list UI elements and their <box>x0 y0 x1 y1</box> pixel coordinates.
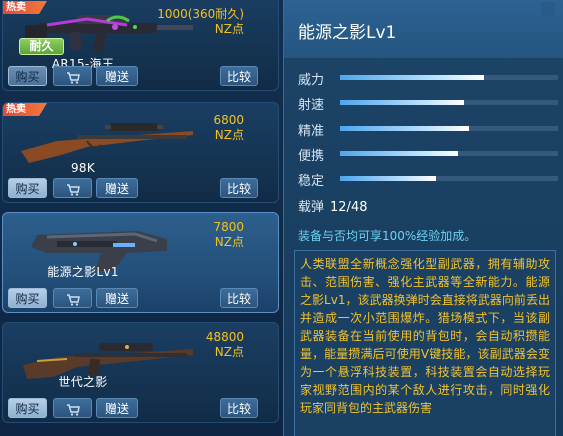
compare-button[interactable]: 比较 <box>220 288 258 308</box>
cart-icon <box>66 293 80 306</box>
compare-button[interactable]: 比较 <box>220 398 258 418</box>
add-to-cart-button[interactable] <box>53 66 92 86</box>
card-actions: 购买 赠送 比较 <box>3 288 278 308</box>
card-actions: 购买 赠送 比较 <box>3 178 278 198</box>
cart-icon <box>66 71 80 84</box>
weapon-card-98k[interactable]: 热卖 98K 6800 NZ点 购买 赠送 比较 <box>2 102 279 203</box>
card-actions: 购买 赠送 比较 <box>3 66 278 86</box>
cart-icon <box>66 183 80 196</box>
compare-button[interactable]: 比较 <box>220 178 258 198</box>
durable-badge: 耐久 <box>19 38 64 55</box>
weapon-name: 98K <box>70 161 96 175</box>
gift-button[interactable]: 赠送 <box>96 66 138 86</box>
weapon-name: 能源之影Lv1 <box>47 265 119 279</box>
gift-button[interactable]: 赠送 <box>96 288 138 308</box>
stat-bar-fill <box>340 151 458 156</box>
stat-bar-track <box>340 151 558 156</box>
stat-label: 威力 <box>298 73 325 88</box>
stat-label: 稳定 <box>298 174 325 189</box>
stat-accuracy: 精准 <box>298 120 558 139</box>
weapon-card-generation-shadow[interactable]: 世代之影 48800 NZ点 购买 赠送 比较 <box>2 322 279 423</box>
stat-portability: 便携 <box>298 145 558 164</box>
stat-bar-fill <box>340 75 484 80</box>
weapon-list: 热卖 耐久 AR15-海王 1000(360耐久) NZ点 购买 赠送 比较 热… <box>0 0 283 436</box>
detail-header: 能源之影Lv1 <box>284 0 563 58</box>
weapon-price: 6800 NZ点 <box>213 113 244 143</box>
exp-bonus-note: 装备与否均可享100%经验加成。 <box>298 229 477 243</box>
weapon-price: 48800 NZ点 <box>206 330 244 360</box>
price-unit: NZ点 <box>214 22 244 36</box>
buy-button[interactable]: 购买 <box>8 398 47 418</box>
stat-label: 便携 <box>298 149 325 164</box>
weapon-name: 世代之影 <box>58 375 108 389</box>
gift-button[interactable]: 赠送 <box>96 178 138 198</box>
stat-label: 射速 <box>298 98 325 113</box>
gift-button[interactable]: 赠送 <box>96 398 138 418</box>
add-to-cart-button[interactable] <box>53 288 92 308</box>
stat-stability: 稳定 <box>298 170 558 189</box>
price-value: 1000(360耐久) <box>157 7 244 21</box>
price-unit: NZ点 <box>214 128 244 142</box>
ammo-label: 载弹 <box>298 200 325 215</box>
stat-power: 威力 <box>298 69 558 88</box>
compare-button[interactable]: 比较 <box>220 66 258 86</box>
price-value: 7800 <box>213 220 244 234</box>
stat-bar-fill <box>340 176 436 181</box>
stat-label: 精准 <box>298 124 325 139</box>
weapon-card-ar15[interactable]: 热卖 耐久 AR15-海王 1000(360耐久) NZ点 购买 赠送 比较 <box>2 0 279 91</box>
buy-button[interactable]: 购买 <box>8 178 47 198</box>
stat-fire-rate: 射速 <box>298 94 558 113</box>
detail-title: 能源之影Lv1 <box>298 23 397 43</box>
cart-icon <box>66 403 80 416</box>
stat-bar-track <box>340 100 558 105</box>
stat-bar-fill <box>340 126 469 131</box>
stat-bar-track <box>340 176 558 181</box>
add-to-cart-button[interactable] <box>53 398 92 418</box>
weapon-detail-panel: 能源之影Lv1 威力 射速 精准 便携 稳定 载弹 12/48 装备与否均可享10… <box>283 0 563 436</box>
ammo-info: 载弹 12/48 <box>298 196 367 215</box>
price-unit: NZ点 <box>214 235 244 249</box>
card-actions: 购买 赠送 比较 <box>3 398 278 418</box>
stat-bar-track <box>340 75 558 80</box>
close-icon[interactable] <box>541 2 555 16</box>
price-unit: NZ点 <box>214 345 244 359</box>
price-value: 48800 <box>205 330 244 344</box>
weapon-card-energy-shadow[interactable]: 能源之影Lv1 7800 NZ点 购买 赠送 比较 <box>2 212 279 313</box>
weapon-price: 1000(360耐久) NZ点 <box>157 7 244 37</box>
buy-button[interactable]: 购买 <box>8 66 47 86</box>
add-to-cart-button[interactable] <box>53 178 92 198</box>
weapon-description: 人类联盟全新概念强化型副武器，拥有辅助攻击、范围伤害、强化主武器等全新能力。能源… <box>294 250 556 436</box>
price-value: 6800 <box>213 113 244 127</box>
weapon-price: 7800 NZ点 <box>213 220 244 250</box>
stat-bar-fill <box>340 100 465 105</box>
ammo-value: 12/48 <box>330 200 368 215</box>
buy-button[interactable]: 购买 <box>8 288 47 308</box>
stat-bar-track <box>340 126 558 131</box>
